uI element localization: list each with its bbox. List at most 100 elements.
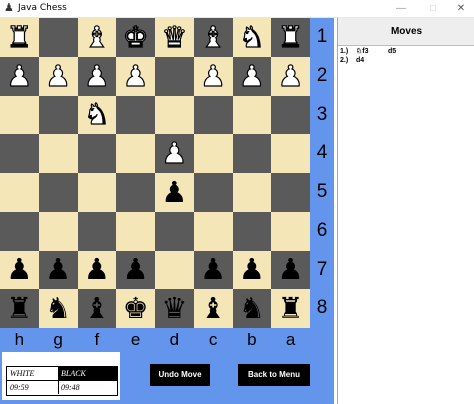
white-king-piece[interactable]: ♚ xyxy=(122,22,149,52)
square-b8[interactable]: ♞ xyxy=(232,289,272,328)
square-e7[interactable]: ♟ xyxy=(116,250,155,290)
square-e1[interactable]: ♚ xyxy=(116,18,155,57)
square-d7[interactable] xyxy=(155,250,194,290)
square-h2[interactable]: ♟ xyxy=(0,56,39,96)
white-bishop-piece[interactable]: ♝ xyxy=(200,22,227,52)
square-h4[interactable] xyxy=(0,134,39,173)
square-d4[interactable]: ♟ xyxy=(155,134,194,173)
square-c4[interactable] xyxy=(193,134,233,173)
black-pawn-piece[interactable]: ♟ xyxy=(200,255,226,284)
square-c7[interactable]: ♟ xyxy=(193,250,233,290)
square-a1[interactable]: ♜ xyxy=(271,18,310,57)
white-pawn-piece[interactable]: ♟ xyxy=(45,61,72,91)
square-h1[interactable]: ♜ xyxy=(0,18,39,57)
black-bishop-piece[interactable]: ♝ xyxy=(84,294,110,323)
square-e5[interactable] xyxy=(116,173,155,212)
square-f5[interactable] xyxy=(77,173,117,212)
undo-move-button[interactable]: Undo Move xyxy=(150,364,210,386)
black-rook-piece[interactable]: ♜ xyxy=(6,294,32,323)
white-pawn-piece[interactable]: ♟ xyxy=(83,61,110,91)
white-pawn-piece[interactable]: ♟ xyxy=(122,61,149,91)
black-pawn-piece[interactable]: ♟ xyxy=(84,255,110,284)
square-c3[interactable] xyxy=(193,95,233,135)
square-e4[interactable] xyxy=(116,134,155,173)
square-c5[interactable] xyxy=(193,173,233,212)
white-pawn-piece[interactable]: ♟ xyxy=(277,61,304,91)
square-f7[interactable]: ♟ xyxy=(77,250,117,290)
square-a5[interactable] xyxy=(271,173,310,212)
black-pawn-piece[interactable]: ♟ xyxy=(278,255,304,284)
square-b1[interactable]: ♞ xyxy=(232,18,272,57)
black-rook-piece[interactable]: ♜ xyxy=(278,294,304,323)
square-g8[interactable]: ♞ xyxy=(38,289,78,328)
square-g4[interactable] xyxy=(38,134,78,173)
square-g5[interactable] xyxy=(38,173,78,212)
white-queen-piece[interactable]: ♛ xyxy=(161,22,188,52)
white-pawn-piece[interactable]: ♟ xyxy=(6,61,33,91)
black-pawn-piece[interactable]: ♟ xyxy=(239,255,265,284)
maximize-button[interactable]: □ xyxy=(418,0,448,17)
close-button[interactable]: ✕ xyxy=(446,0,474,17)
black-king-piece[interactable]: ♚ xyxy=(123,294,149,323)
square-h5[interactable] xyxy=(0,173,39,212)
square-c2[interactable]: ♟ xyxy=(193,56,233,96)
square-c6[interactable] xyxy=(193,211,233,251)
square-a4[interactable] xyxy=(271,134,310,173)
square-h3[interactable] xyxy=(0,95,39,135)
square-b3[interactable] xyxy=(232,95,272,135)
square-g3[interactable] xyxy=(38,95,78,135)
square-a2[interactable]: ♟ xyxy=(271,56,310,96)
square-b6[interactable] xyxy=(232,211,272,251)
moves-list[interactable]: 1.) ♘f3 d5 2.) d4 xyxy=(340,47,473,65)
square-g1[interactable] xyxy=(38,18,78,57)
square-b4[interactable] xyxy=(232,134,272,173)
white-rook-piece[interactable]: ♜ xyxy=(6,22,33,52)
back-to-menu-button[interactable]: Back to Menu xyxy=(238,364,310,386)
square-f1[interactable]: ♝ xyxy=(77,18,117,57)
black-knight-piece[interactable]: ♞ xyxy=(239,294,265,323)
black-bishop-piece[interactable]: ♝ xyxy=(200,294,226,323)
square-d6[interactable] xyxy=(155,211,194,251)
square-h8[interactable]: ♜ xyxy=(0,289,39,328)
square-d8[interactable]: ♛ xyxy=(155,289,194,328)
square-h7[interactable]: ♟ xyxy=(0,250,39,290)
square-f4[interactable] xyxy=(77,134,117,173)
black-pawn-piece[interactable]: ♟ xyxy=(45,255,71,284)
black-pawn-piece[interactable]: ♟ xyxy=(123,255,149,284)
white-rook-piece[interactable]: ♜ xyxy=(277,22,304,52)
white-bishop-piece[interactable]: ♝ xyxy=(83,22,110,52)
square-h6[interactable] xyxy=(0,211,39,251)
square-c8[interactable]: ♝ xyxy=(193,289,233,328)
black-pawn-piece[interactable]: ♟ xyxy=(161,177,187,207)
square-a3[interactable] xyxy=(271,95,310,135)
white-knight-piece[interactable]: ♞ xyxy=(83,99,110,129)
square-d3[interactable] xyxy=(155,95,194,135)
black-queen-piece[interactable]: ♛ xyxy=(161,294,187,323)
square-b7[interactable]: ♟ xyxy=(232,250,272,290)
square-d2[interactable] xyxy=(155,56,194,96)
square-g7[interactable]: ♟ xyxy=(38,250,78,290)
square-b5[interactable] xyxy=(232,173,272,212)
square-a7[interactable]: ♟ xyxy=(271,250,310,290)
square-f6[interactable] xyxy=(77,211,117,251)
square-c1[interactable]: ♝ xyxy=(193,18,233,57)
square-g6[interactable] xyxy=(38,211,78,251)
white-knight-piece[interactable]: ♞ xyxy=(238,22,265,52)
minimize-button[interactable]: — xyxy=(386,0,416,17)
square-a8[interactable]: ♜ xyxy=(271,289,310,328)
black-knight-piece[interactable]: ♞ xyxy=(45,294,71,323)
white-pawn-piece[interactable]: ♟ xyxy=(161,138,188,168)
chess-board[interactable]: ♜ ♝ ♚ ♛ ♝ ♞ ♜ ♟ ♟ ♟ ♟ ♟ ♟ ♟ ♞ ♟ ♟ ♟ ♟ ♟ ♟ ♟ ♟ ♟ ♜ ♞ ♝ ♚ ♛ ♝ ♞ ♜ xyxy=(0,18,310,328)
square-e2[interactable]: ♟ xyxy=(116,56,155,96)
square-f2[interactable]: ♟ xyxy=(77,56,117,96)
square-d5[interactable]: ♟ xyxy=(155,173,194,212)
square-b2[interactable]: ♟ xyxy=(232,56,272,96)
square-f8[interactable]: ♝ xyxy=(77,289,117,328)
square-e8[interactable]: ♚ xyxy=(116,289,155,328)
black-pawn-piece[interactable]: ♟ xyxy=(6,255,32,284)
square-g2[interactable]: ♟ xyxy=(38,56,78,96)
square-a6[interactable] xyxy=(271,211,310,251)
white-pawn-piece[interactable]: ♟ xyxy=(200,61,227,91)
square-f3[interactable]: ♞ xyxy=(77,95,117,135)
square-e6[interactable] xyxy=(116,211,155,251)
